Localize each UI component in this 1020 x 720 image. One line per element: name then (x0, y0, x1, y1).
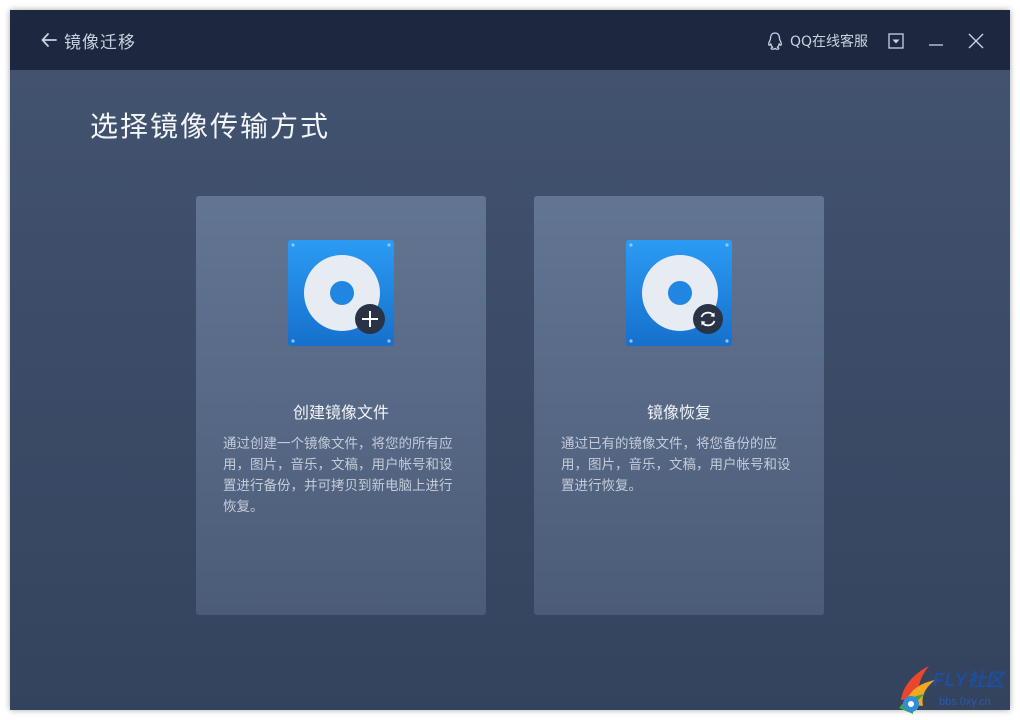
close-button[interactable] (965, 30, 987, 52)
disk-image-add-icon (288, 240, 394, 346)
close-icon (968, 33, 984, 49)
restore-image-card[interactable]: 镜像恢复 通过已有的镜像文件，将您备份的应用，图片，音乐，文稿，用户帐号和设置进… (534, 196, 824, 615)
qq-support-button[interactable]: QQ在线客服 (766, 30, 868, 52)
minimize-button[interactable] (925, 30, 947, 52)
back-label: 镜像迁移 (64, 32, 136, 53)
create-image-description: 通过创建一个镜像文件，将您的所有应用，图片，音乐，文稿，用户帐号和设置进行备份，… (223, 436, 453, 515)
minimize-icon (929, 44, 943, 46)
create-image-title: 创建镜像文件 (292, 403, 389, 422)
back-button[interactable]: 镜像迁移 (40, 28, 136, 53)
page-title: 选择镜像传输方式 (90, 110, 331, 143)
qq-penguin-icon (768, 32, 782, 50)
fly-community-watermark: FLY社区 bbs.0xy.cn (895, 660, 1015, 716)
dropdown-menu-button[interactable] (885, 30, 907, 52)
qq-support-label: QQ在线客服 (790, 34, 869, 50)
restore-image-description: 通过已有的镜像文件，将您备份的应用，图片，音乐，文稿，用户帐号和设置进行恢复。 (561, 436, 791, 494)
dropdown-icon (888, 33, 904, 49)
restore-image-title: 镜像恢复 (646, 403, 711, 422)
arrow-left-icon (41, 33, 57, 47)
watermark-site: bbs.0xy.cn (939, 696, 991, 708)
disk-image-restore-icon (626, 240, 732, 346)
create-image-card[interactable]: 创建镜像文件 通过创建一个镜像文件，将您的所有应用，图片，音乐，文稿，用户帐号和… (196, 196, 486, 615)
main-window: 镜像迁移 QQ在线客服 选择镜像传输方式 创建镜像文件 通过创建一个镜像文件，将… (10, 10, 1010, 710)
title-bar: 镜像迁移 QQ在线客服 (10, 10, 1010, 70)
watermark-brand: FLY社区 (933, 670, 1005, 690)
